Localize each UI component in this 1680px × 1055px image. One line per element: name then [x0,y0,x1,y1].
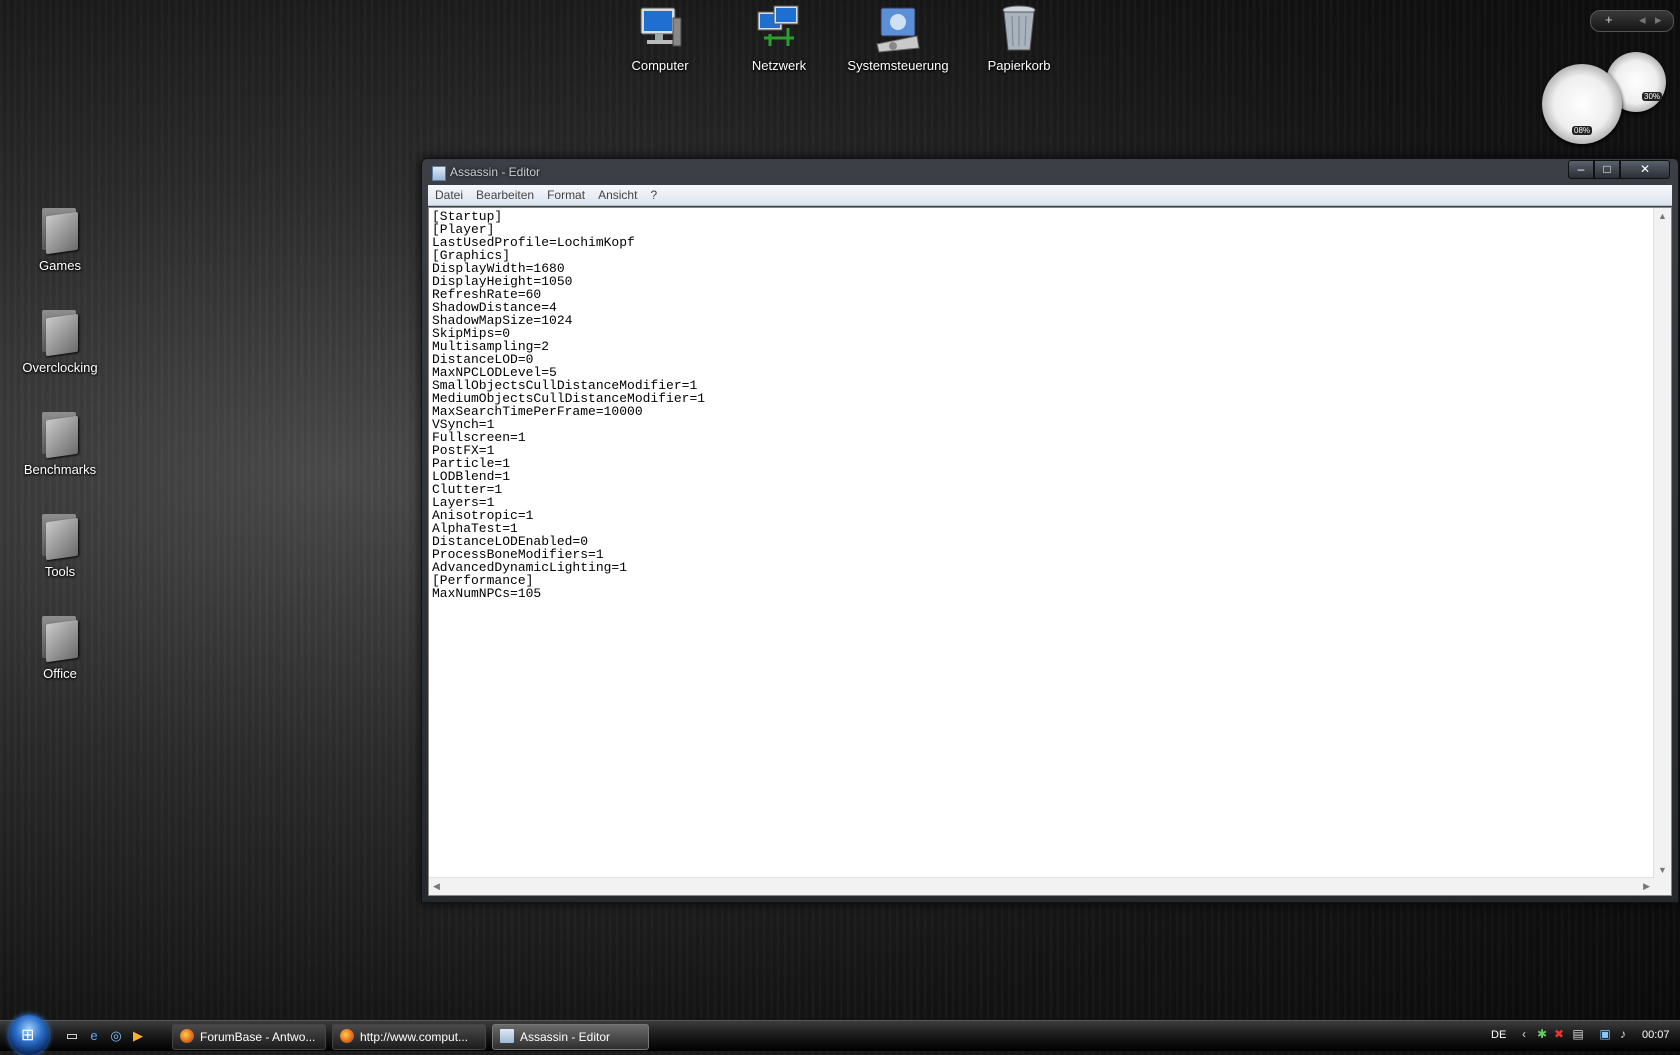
desktop-icon-control-panel[interactable]: Systemsteuerung [843,4,953,73]
window-title: Assassin - Editor [450,165,541,179]
horizontal-scrollbar[interactable]: ◀ ▶ [429,877,1654,895]
folder-icon [38,408,82,459]
minimize-button[interactable]: – [1568,160,1594,179]
taskbar-button-label: http://www.comput... [360,1030,469,1044]
notepad-icon [500,1029,514,1043]
desktop-icon-label: Computer [631,58,689,73]
volume-icon[interactable]: ♪ [1616,1027,1630,1041]
desktop-icon-label: Benchmarks [23,462,97,477]
scroll-left-icon[interactable]: ◀ [433,881,440,892]
folder-icon [38,306,82,357]
desktop-icon-label: Overclocking [22,360,98,375]
close-button[interactable]: ✕ [1620,160,1670,179]
maximize-button[interactable]: □ [1594,160,1620,179]
taskbar-button-label: ForumBase - Antwo... [200,1030,316,1044]
media-player-icon[interactable]: ▶ [130,1028,146,1044]
desktop-icon-network[interactable]: Netzwerk [724,4,834,73]
start-button[interactable]: ⊞ [9,1015,49,1055]
text-editor[interactable]: [Startup] [Player] LastUsedProfile=Lochi… [428,207,1672,896]
clock[interactable]: 00:07 [1642,1029,1670,1041]
show-hidden-icons-icon[interactable]: ‹ [1517,1027,1531,1041]
taskbar-button-forumbase[interactable]: ForumBase - Antwo... [172,1024,326,1050]
show-desktop-icon[interactable]: ▭ [64,1028,80,1044]
window-titlebar[interactable]: Assassin - Editor – □ ✕ [422,159,1678,185]
desktop-folder-overclocking[interactable]: Overclocking [5,306,115,375]
resize-grip[interactable] [1654,878,1671,895]
tray-app-icon[interactable]: ✱ [1535,1027,1549,1041]
taskbar-button-editor[interactable]: Assassin - Editor [492,1024,649,1050]
sidebar-next-button[interactable]: ▸ [1655,12,1662,28]
menu-format[interactable]: Format [540,185,591,202]
folder-icon [38,204,82,255]
editor-window: Assassin - Editor – □ ✕ Datei Bearbeiten F… [421,158,1679,903]
sidebar-add-button[interactable]: + [1605,12,1613,27]
desktop-icon-label: Netzwerk [751,58,807,73]
antivirus-icon[interactable]: ✖ [1552,1027,1566,1041]
scroll-down-icon[interactable]: ▼ [1658,865,1667,875]
notepad-icon [432,166,446,181]
desktop-icon-label: Tools [44,564,76,579]
editor-content[interactable]: [Startup] [Player] LastUsedProfile=Lochi… [429,208,1671,602]
control-panel-icon [873,4,923,54]
desktop-folder-office[interactable]: Office [5,612,115,681]
network-status-icon[interactable]: ▣ [1598,1027,1612,1041]
desktop-icon-label: Games [39,258,81,273]
recycle-bin-icon [994,4,1044,54]
taskbar-button-label: Assassin - Editor [520,1030,611,1044]
language-indicator[interactable]: DE [1491,1029,1506,1041]
folder-icon [38,510,82,561]
sidebar-prev-button[interactable]: ◂ [1639,12,1646,28]
tray-device-icon[interactable]: ▤ [1571,1027,1585,1041]
desktop-icon-label: Systemsteuerung [847,58,949,73]
network-icon [754,4,804,54]
cpu-usage-label: 08% [1572,126,1593,135]
desktop-icon-recycle-bin[interactable]: Papierkorb [964,4,1074,73]
menu-help[interactable]: ? [643,185,663,202]
menu-bar: Datei Bearbeiten Format Ansicht? [428,185,1672,206]
sidebar-controls: + ◂ ▸ [1590,10,1674,32]
cpu-gauge: 08% [1542,64,1622,144]
computer-icon [635,4,685,54]
folder-icon [38,612,82,663]
firefox-icon [180,1029,194,1043]
menu-bearbeiten[interactable]: Bearbeiten [469,185,540,202]
scroll-right-icon[interactable]: ▶ [1643,881,1650,892]
desktop-folder-tools[interactable]: Tools [5,510,115,579]
taskbar-button-browser[interactable]: http://www.comput... [332,1024,486,1050]
desktop-icon-computer[interactable]: Computer [605,4,715,73]
taskbar: ⊞ ▭ e ◎ ▶ ForumBase - Antwo... http://ww… [0,1015,1680,1055]
vertical-scrollbar[interactable]: ▲ ▼ [1653,208,1671,878]
menu-ansicht[interactable]: Ansicht [591,185,643,202]
desktop-icon-label: Office [43,666,77,681]
windows-logo-icon: ⊞ [21,1027,35,1044]
ram-usage-label: 30% [1642,92,1663,101]
desktop-icon-label: Papierkorb [987,58,1051,73]
menu-datei[interactable]: Datei [428,185,469,202]
firefox-icon [340,1029,354,1043]
desktop-folder-benchmarks[interactable]: Benchmarks [5,408,115,477]
internet-explorer-icon[interactable]: e [86,1028,102,1044]
desktop-folder-games[interactable]: Games [5,204,115,273]
switch-windows-icon[interactable]: ◎ [108,1028,124,1044]
cpu-meter-gadget[interactable]: 30% 08% [1542,50,1672,145]
scroll-up-icon[interactable]: ▲ [1658,211,1667,221]
